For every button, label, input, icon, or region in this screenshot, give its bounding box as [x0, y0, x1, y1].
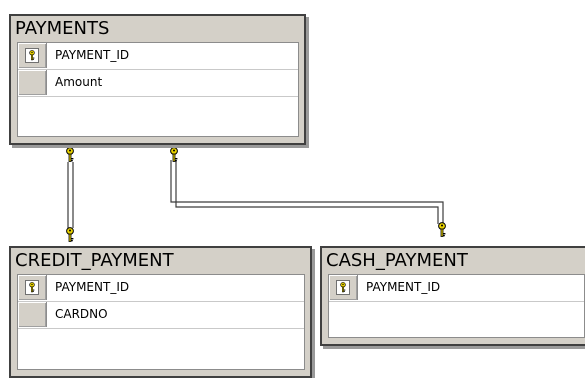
row-selector[interactable]	[18, 70, 47, 95]
column-grid: PAYMENT_ID CARDNO	[17, 274, 305, 370]
relationship-key-icon	[66, 227, 74, 242]
row-selector[interactable]	[329, 275, 358, 300]
column-name: PAYMENT_ID	[366, 280, 441, 294]
column-name: PAYMENT_ID	[55, 48, 130, 62]
table-title: PAYMENTS	[15, 18, 110, 39]
column-row[interactable]: PAYMENT_ID	[18, 43, 298, 70]
column-name: Amount	[55, 75, 103, 89]
table-payments[interactable]: PAYMENTS PAYMENT_ID Amount	[9, 14, 306, 145]
row-selector[interactable]	[18, 302, 47, 327]
table-cash-payment[interactable]: CASH_PAYMENT PAYMENT_ID	[320, 246, 585, 346]
key-icon	[336, 280, 350, 295]
relationship-key-icon	[438, 222, 446, 237]
relationship-payments-credit-payment[interactable]	[66, 147, 74, 242]
key-icon	[25, 48, 39, 63]
row-selector[interactable]	[18, 43, 47, 68]
relationship-key-icon	[170, 147, 178, 162]
relationship-payments-cash-payment[interactable]	[170, 147, 446, 237]
column-grid: PAYMENT_ID	[328, 274, 585, 338]
column-row[interactable]: PAYMENT_ID	[329, 275, 584, 302]
column-row[interactable]: Amount	[18, 70, 298, 97]
column-grid: PAYMENT_ID Amount	[17, 42, 299, 137]
key-icon	[25, 280, 39, 295]
row-selector[interactable]	[18, 275, 47, 300]
column-name: PAYMENT_ID	[55, 280, 130, 294]
table-credit-payment[interactable]: CREDIT_PAYMENT PAYMENT_ID CARDNO	[9, 246, 312, 378]
column-row[interactable]: PAYMENT_ID	[18, 275, 304, 302]
relationship-key-icon	[66, 147, 74, 162]
column-row[interactable]: CARDNO	[18, 302, 304, 329]
diagram-canvas: PAYMENTS PAYMENT_ID Amount CREDIT_PAYMEN…	[0, 0, 585, 378]
table-title: CREDIT_PAYMENT	[15, 250, 174, 271]
column-name: CARDNO	[55, 307, 108, 321]
table-title: CASH_PAYMENT	[326, 250, 468, 271]
